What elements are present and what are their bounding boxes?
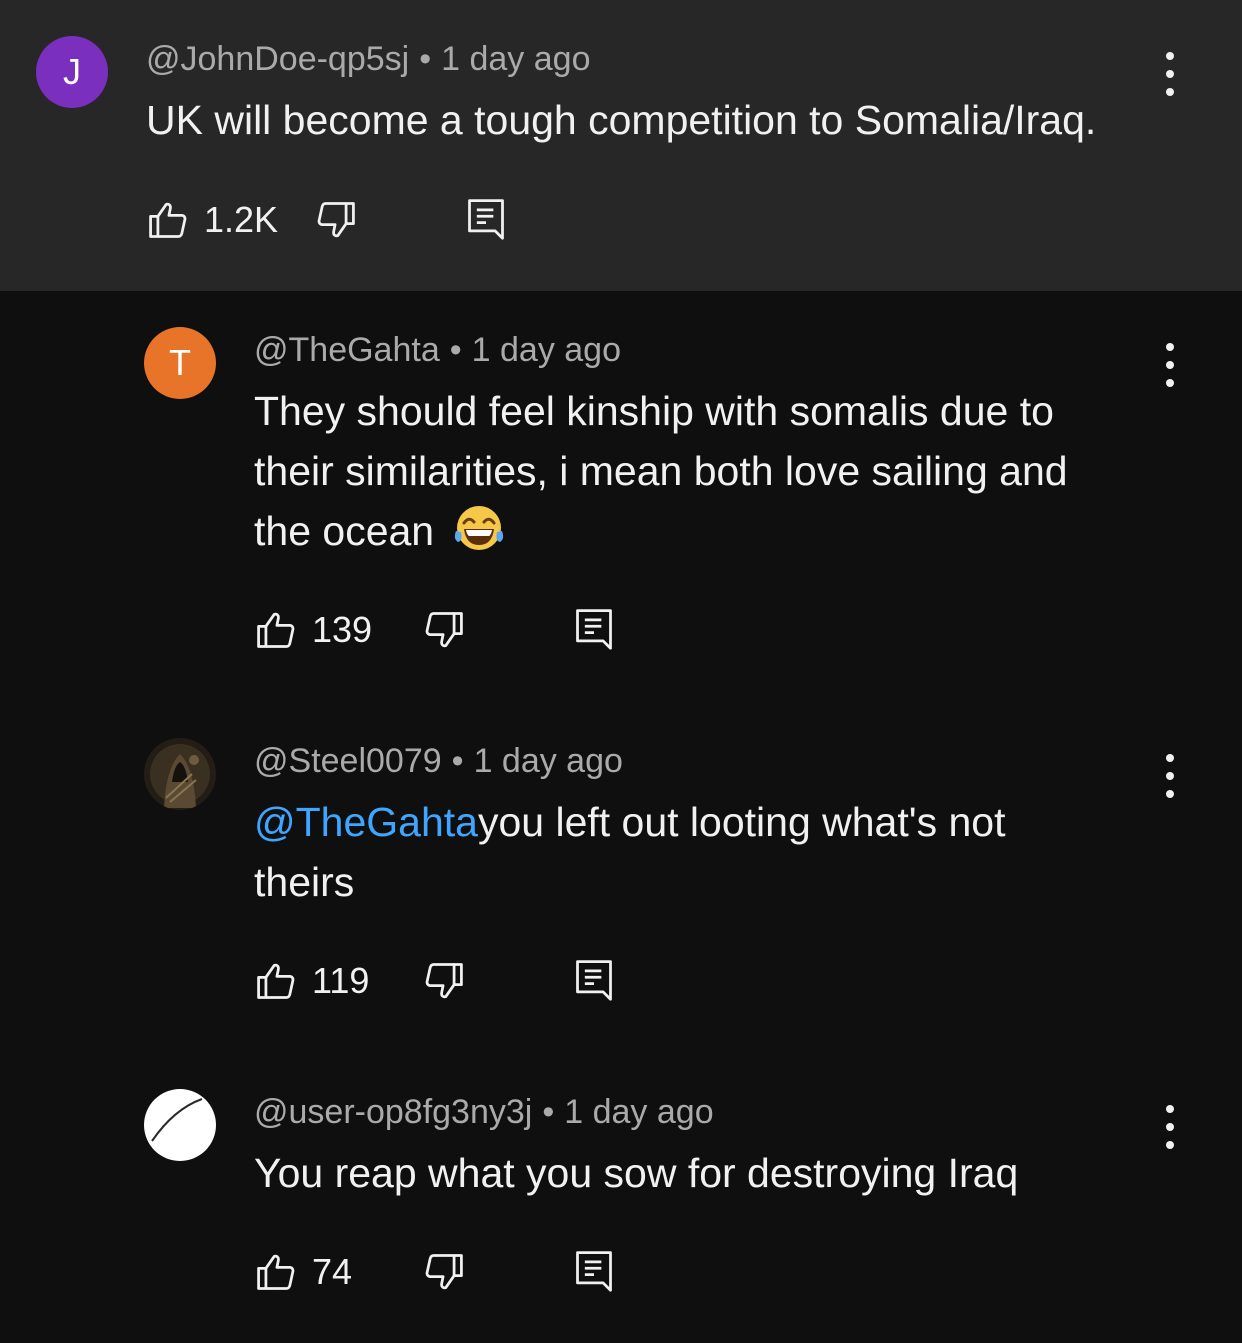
like-count: 139 [312,609,373,650]
comment-time[interactable]: 1 day ago [474,742,623,780]
comment-time[interactable]: 1 day ago [564,1093,713,1131]
comment-author[interactable]: @TheGahta [254,331,440,369]
more-vertical-icon[interactable] [1160,52,1180,96]
thumbs-down-icon[interactable] [314,198,358,242]
comment-text-line: their similarities, i mean both love sai… [254,448,1068,494]
more-vertical-icon[interactable] [1160,754,1180,798]
thumbs-down-icon[interactable] [422,1250,466,1294]
comment-author[interactable]: @user-op8fg3ny3j [254,1093,532,1131]
avatar[interactable] [144,738,216,810]
avatar-letter: T [169,342,191,383]
comment-time[interactable]: 1 day ago [441,40,590,78]
comment-text-line: the ocean [254,508,435,554]
thumbs-down-icon[interactable] [422,959,466,1003]
reply-comment-icon[interactable] [572,957,616,1003]
reply-comment-icon[interactable] [464,196,508,242]
like-count: 119 [312,960,370,1001]
comment-text: UK will become a tough competition to So… [146,97,1097,143]
comment-text: You reap what you sow for destroying Ira… [254,1150,1019,1196]
comment-meta: @Steel0079 • 1 day ago [254,742,623,781]
comment-time[interactable]: 1 day ago [472,331,621,369]
comment-text-line: you left out looting what's not [477,799,1006,845]
thumbs-up-icon[interactable] [146,198,190,242]
meta-separator: • [542,1093,555,1131]
avatar-letter: J [63,51,81,92]
avatar[interactable]: T [144,327,216,399]
mention-link[interactable]: @TheGahta [254,799,478,845]
comment-text: They should feel kinship with somalis du… [254,381,1184,561]
avatar[interactable]: J [36,36,108,108]
thumbs-up-icon[interactable] [254,959,298,1003]
thumbs-up-icon[interactable] [254,1250,298,1294]
comment-text: @TheGahtayou left out looting what's not… [254,792,1184,912]
meta-separator: • [449,331,462,369]
more-vertical-icon[interactable] [1160,343,1180,387]
hooded-figure-avatar-icon [144,738,216,810]
slash-avatar-icon [151,1098,203,1142]
meta-separator: • [451,742,464,780]
more-vertical-icon[interactable] [1160,1105,1180,1149]
meta-separator: • [419,40,432,78]
thumbs-up-icon[interactable] [254,608,298,652]
like-count: 1.2K [204,199,279,240]
comment-author[interactable]: @Steel0079 [254,742,442,780]
face-with-tears-of-joy-icon [454,506,503,550]
reply-comment-icon[interactable] [572,1248,616,1294]
like-count: 74 [312,1251,353,1292]
comment-meta: @JohnDoe-qp5sj • 1 day ago [146,40,590,79]
reply-comment-icon[interactable] [572,606,616,652]
comment-text-line: theirs [254,859,355,905]
avatar[interactable] [144,1089,216,1161]
comment-meta: @user-op8fg3ny3j • 1 day ago [254,1093,714,1132]
comment-author[interactable]: @JohnDoe-qp5sj [146,40,409,78]
comment-meta: @TheGahta • 1 day ago [254,331,621,370]
thumbs-down-icon[interactable] [422,608,466,652]
comment-text-line: They should feel kinship with somalis du… [254,388,1054,434]
